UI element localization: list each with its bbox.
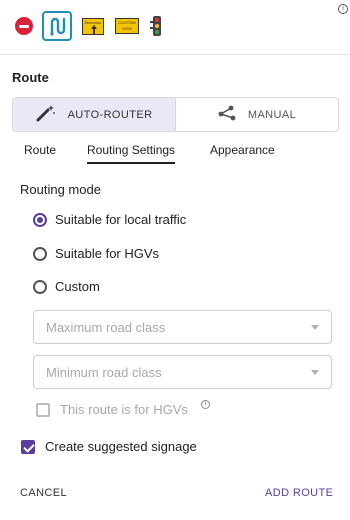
chevron-down-icon — [311, 324, 319, 330]
manual-button[interactable]: MANUAL — [176, 98, 338, 131]
mode-toggle: AUTO-ROUTER MANUAL — [12, 97, 339, 132]
radio-button[interactable] — [33, 279, 47, 294]
custom-sign-icon[interactable]: CUSTOM SIGN — [114, 11, 140, 41]
select-placeholder: Minimum road class — [46, 364, 162, 380]
tab-bar: Route Routing Settings Appearance — [0, 143, 350, 167]
chevron-down-icon — [311, 369, 319, 375]
radio-button[interactable] — [33, 246, 47, 261]
auto-router-button[interactable]: AUTO-ROUTER — [13, 98, 176, 131]
tab-appearance[interactable]: Appearance — [210, 143, 275, 162]
signage-checkbox-row: Create suggested signage — [21, 439, 197, 454]
tab-routing-settings[interactable]: Routing Settings — [87, 143, 176, 164]
hgv-route-checkbox[interactable] — [36, 402, 50, 417]
radio-button[interactable] — [33, 212, 47, 227]
cancel-button[interactable]: CANCEL — [20, 487, 67, 499]
tab-route[interactable]: Route — [24, 143, 56, 162]
info-icon[interactable]: i — [200, 400, 210, 409]
hgv-route-label: This route is for HGVs — [60, 402, 188, 417]
section-title: Route — [12, 70, 49, 85]
radio-custom[interactable]: Custom — [33, 279, 100, 294]
toolbar: Diversion CUSTOM SIGN — [0, 0, 350, 56]
maximum-road-class-select[interactable]: Maximum road class — [33, 310, 332, 344]
add-route-button[interactable]: ADD ROUTE — [265, 487, 333, 499]
radio-label: Suitable for HGVs — [55, 246, 160, 261]
minimum-road-class-select[interactable]: Minimum road class — [33, 355, 332, 389]
signage-checkbox[interactable] — [21, 439, 35, 454]
hgv-route-checkbox-row: This route is for HGVs i — [36, 400, 210, 417]
auto-router-label: AUTO-ROUTER — [67, 108, 153, 121]
radio-local-traffic[interactable]: Suitable for local traffic — [33, 212, 186, 227]
radio-label: Suitable for local traffic — [55, 212, 187, 227]
manual-route-icon — [218, 105, 236, 124]
radio-hgvs[interactable]: Suitable for HGVs — [33, 246, 159, 261]
route-icon[interactable] — [42, 11, 72, 41]
divider — [0, 54, 350, 55]
traffic-light-icon[interactable] — [150, 11, 164, 41]
magic-wand-icon — [36, 104, 56, 125]
custom-sign-text: CUSTOM SIGN — [115, 18, 139, 34]
routing-mode-label: Routing mode — [20, 182, 101, 197]
diversion-sign-icon[interactable]: Diversion — [81, 11, 105, 41]
no-entry-icon[interactable] — [13, 11, 35, 41]
select-placeholder: Maximum road class — [46, 319, 166, 335]
manual-label: MANUAL — [247, 108, 297, 121]
signage-label: Create suggested signage — [45, 439, 197, 454]
radio-label: Custom — [55, 279, 100, 294]
